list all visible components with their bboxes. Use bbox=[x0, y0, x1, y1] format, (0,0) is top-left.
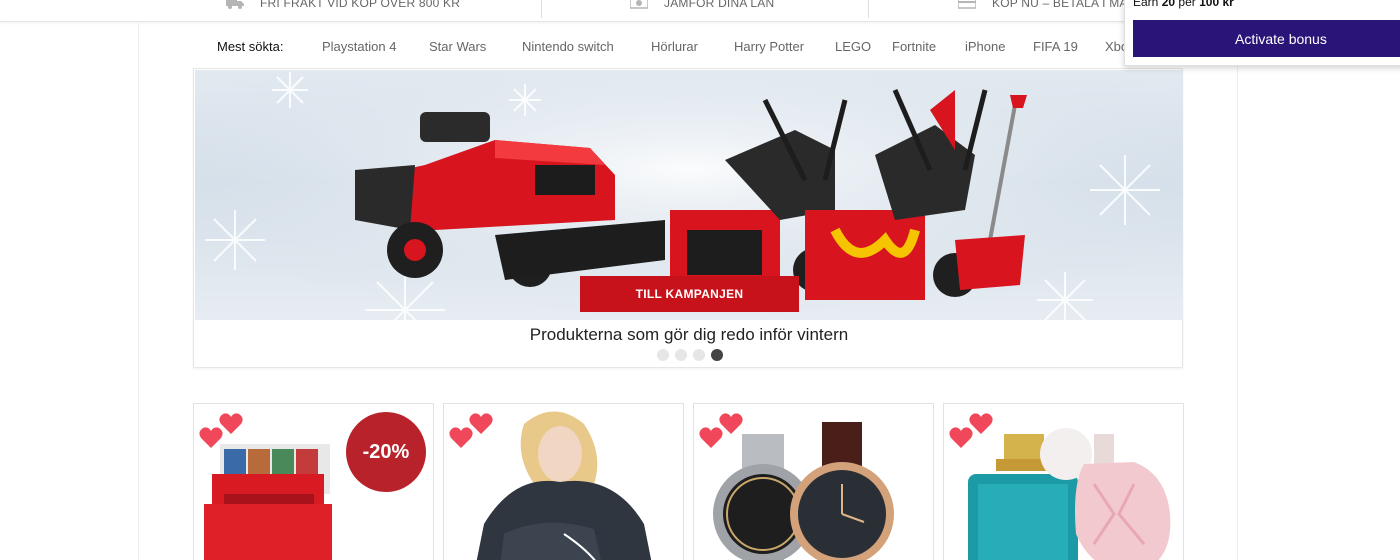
favorite-hearts-icon[interactable] bbox=[449, 408, 497, 450]
most-searched-link[interactable]: Fortnite bbox=[892, 39, 936, 54]
bonus-popup: Earn 20 per 100 kr Activate bonus bbox=[1124, 0, 1400, 66]
carousel-dot-active[interactable] bbox=[711, 349, 723, 361]
bonus-text: Earn 20 per 100 kr bbox=[1133, 0, 1234, 9]
carousel-dot[interactable] bbox=[693, 349, 705, 361]
favorite-hearts-icon[interactable] bbox=[699, 408, 747, 450]
favorite-hearts-icon[interactable] bbox=[199, 408, 247, 450]
bonus-amount: 20 bbox=[1161, 0, 1176, 9]
carousel-dot[interactable] bbox=[657, 349, 669, 361]
product-card[interactable] bbox=[693, 403, 934, 560]
most-searched-link[interactable]: FIFA 19 bbox=[1033, 39, 1078, 54]
most-searched-link[interactable]: Nintendo switch bbox=[522, 39, 614, 54]
compare-loan-icon bbox=[630, 0, 648, 9]
usp-text: FRI FRAKT VID KÖP ÖVER 800 KR bbox=[260, 0, 461, 10]
truck-icon bbox=[226, 0, 244, 9]
product-card[interactable] bbox=[443, 403, 684, 560]
usp-text: JÄMFÖR DINA LÅN bbox=[664, 0, 775, 10]
most-searched-link[interactable]: Hörlurar bbox=[651, 39, 698, 54]
product-card[interactable]: -20% bbox=[193, 403, 434, 560]
carousel-dots bbox=[657, 349, 723, 361]
hero-cta-button[interactable]: TILL KAMPANJEN bbox=[580, 276, 799, 312]
most-searched-link[interactable]: Harry Potter bbox=[734, 39, 804, 54]
most-searched-link[interactable]: Xbo bbox=[1105, 39, 1124, 54]
card-icon bbox=[958, 0, 976, 9]
hero-carousel: TILL KAMPANJEN Produkterna som gör dig r… bbox=[193, 68, 1183, 368]
divider bbox=[541, 0, 542, 18]
bonus-text-prefix: Earn bbox=[1133, 0, 1159, 9]
usp-compare-loans: JÄMFÖR DINA LÅN bbox=[630, 0, 774, 13]
carousel-dot[interactable] bbox=[675, 349, 687, 361]
usp-buy-now: KÖP NU – BETALA I MA bbox=[958, 0, 1128, 13]
bonus-text-middle: per bbox=[1178, 0, 1196, 9]
most-searched-label: Mest sökta: bbox=[217, 39, 284, 54]
discount-badge: -20% bbox=[346, 412, 426, 492]
most-searched-bar: Mest sökta: Playstation 4 Star Wars Nint… bbox=[0, 22, 1124, 70]
activate-bonus-button[interactable]: Activate bonus bbox=[1133, 20, 1400, 57]
most-searched-link[interactable]: iPhone bbox=[965, 39, 1005, 54]
favorite-hearts-icon[interactable] bbox=[949, 408, 997, 450]
usp-text: KÖP NU – BETALA I MA bbox=[992, 0, 1128, 10]
usp-free-shipping: FRI FRAKT VID KÖP ÖVER 800 KR bbox=[226, 0, 460, 13]
most-searched-link[interactable]: LEGO bbox=[835, 39, 871, 54]
bonus-base: 100 kr bbox=[1199, 0, 1234, 9]
hero-caption: Produkterna som gör dig redo inför vinte… bbox=[529, 325, 849, 344]
product-card[interactable] bbox=[943, 403, 1184, 560]
page: FRI FRAKT VID KÖP ÖVER 800 KR JÄMFÖR DIN… bbox=[0, 0, 1400, 560]
most-searched-link[interactable]: Star Wars bbox=[429, 39, 486, 54]
hero-image[interactable]: TILL KAMPANJEN bbox=[195, 70, 1183, 320]
divider bbox=[868, 0, 869, 18]
most-searched-link[interactable]: Playstation 4 bbox=[322, 39, 396, 54]
